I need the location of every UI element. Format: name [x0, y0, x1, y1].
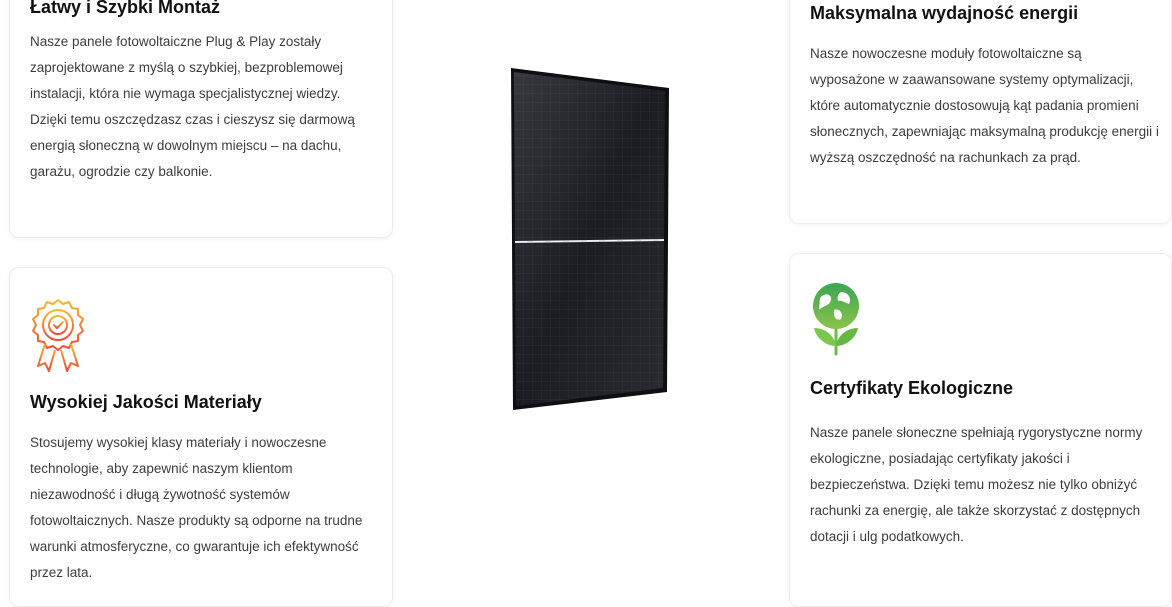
card-title: Wysokiej Jakości Materiały	[30, 392, 262, 412]
card-text: Nasze panele słoneczne spełniają rygorys…	[810, 425, 1143, 544]
card-text: Nasze nowoczesne moduły fotowoltaiczne s…	[810, 46, 1159, 165]
feature-card-quality-materials: Wysokiej Jakości Materiały Stosujemy wys…	[9, 267, 393, 607]
card-title: Łatwy i Szybki Montaż	[30, 0, 221, 17]
solar-panel-image	[505, 66, 671, 412]
feature-card-easy-install: Łatwy i Szybki Montaż Nasze panele fotow…	[9, 0, 393, 238]
feature-card-eco-certificates: Certyfikaty Ekologiczne Nasze panele sło…	[789, 253, 1172, 607]
eco-globe-leaf-icon	[808, 280, 864, 362]
card-title: Maksymalna wydajność energii	[810, 3, 1079, 23]
card-text: Nasze panele fotowoltaiczne Plug & Play …	[30, 34, 355, 179]
quality-badge-icon	[26, 294, 90, 376]
card-title: Certyfikaty Ekologiczne	[810, 378, 1014, 398]
feature-card-max-efficiency: Maksymalna wydajność energii Nasze nowoc…	[789, 0, 1172, 224]
card-text: Stosujemy wysokiej klasy materiały i now…	[30, 435, 363, 580]
